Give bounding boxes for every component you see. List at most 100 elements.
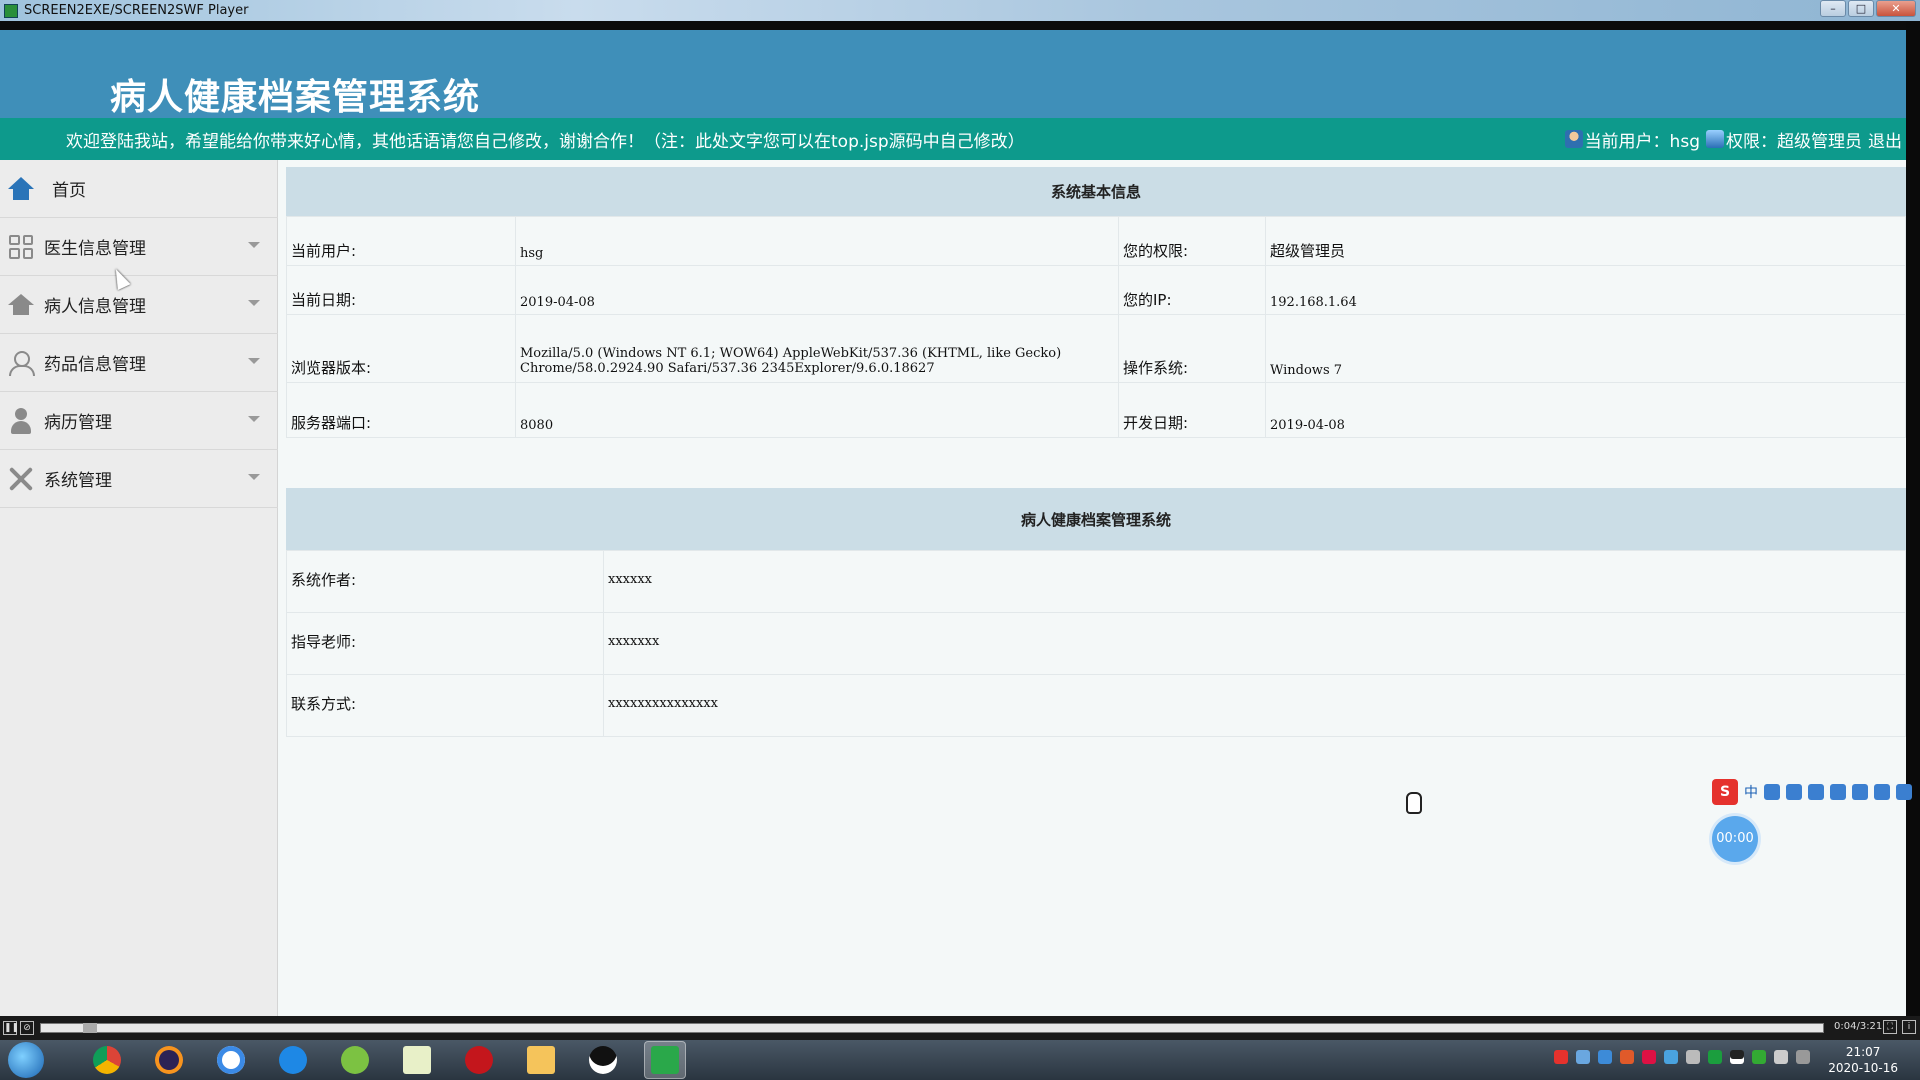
qq-icon[interactable] (582, 1041, 624, 1079)
app-header: 病人健康档案管理系统 (0, 30, 1906, 118)
table-row: 系统作者: xxxxxx (286, 550, 1906, 613)
cell-key: 操作系统: (1118, 314, 1266, 383)
seek-thumb[interactable] (83, 1023, 97, 1033)
chevron-down-icon[interactable] (248, 242, 260, 248)
right-border (1906, 21, 1920, 1016)
skin-icon[interactable] (1874, 784, 1890, 800)
microphone-icon[interactable] (1808, 784, 1824, 800)
user-icon[interactable] (1852, 784, 1868, 800)
tray-app-icon[interactable] (1642, 1050, 1656, 1064)
cell-value: 2019-04-08 (515, 265, 1119, 315)
document-icon[interactable] (396, 1041, 438, 1079)
sidebar-item-patient[interactable]: 病人信息管理 (0, 276, 278, 334)
tray-app-icon[interactable] (1576, 1050, 1590, 1064)
file-explorer-icon[interactable] (520, 1041, 562, 1079)
sidebar-item-doctor[interactable]: 医生信息管理 (0, 218, 278, 276)
top-border (0, 21, 1920, 30)
baidu-netdisk-icon[interactable] (210, 1041, 252, 1079)
close-button[interactable]: ✕ (1876, 0, 1916, 17)
ime-mode[interactable]: 中 (1744, 782, 1758, 802)
player-time: 0:04/3:21 (1834, 1021, 1883, 1032)
window-title: SCREEN2EXE/SCREEN2SWF Player (24, 3, 249, 18)
sidebar-item-label: 医生信息管理 (44, 239, 146, 259)
cell-key: 您的权限: (1118, 216, 1266, 266)
clock-time: 21:07 (1845, 1045, 1881, 1059)
cell-key: 当前日期: (286, 265, 516, 315)
cell-value: xxxxxx (603, 550, 1906, 613)
people-icon (8, 350, 35, 376)
tray-app-icon[interactable] (1598, 1050, 1612, 1064)
cell-value: 192.168.1.64 (1265, 265, 1906, 315)
hand-cursor-icon (1406, 792, 1422, 814)
cell-value: Mozilla/5.0 (Windows NT 6.1; WOW64) Appl… (515, 314, 1119, 383)
sidebar-item-system[interactable]: 系统管理 (0, 450, 278, 508)
punctuation-icon[interactable] (1764, 784, 1780, 800)
window-controls: – □ ✕ (1820, 0, 1916, 17)
sogou-tray-icon[interactable] (1554, 1050, 1568, 1064)
sidebar: 首页 医生信息管理 病人信息管理 药品信息管理 病历管理 系统管理 (0, 160, 278, 1016)
grid-icon (8, 234, 34, 260)
chrome-icon[interactable] (86, 1041, 128, 1079)
cell-key: 开发日期: (1118, 382, 1266, 438)
table-row: 服务器端口: 8080 开发日期: 2019-04-08 (286, 382, 1906, 438)
sidebar-item-label: 首页 (52, 181, 86, 201)
table-row: 当前日期: 2019-04-08 您的IP: 192.168.1.64 (286, 265, 1906, 315)
taskbar-clock[interactable]: 21:07 2020-10-16 (1828, 1044, 1898, 1076)
cell-value: xxxxxxx (603, 612, 1906, 675)
menu-grid-icon[interactable] (1896, 784, 1912, 800)
user-info: 当前用户：hsg 权限：超级管理员 退出 (1564, 127, 1902, 152)
chevron-down-icon[interactable] (248, 474, 260, 480)
sidebar-item-records[interactable]: 病历管理 (0, 392, 278, 450)
table-row: 当前用户: hsg 您的权限: 超级管理员 (286, 216, 1906, 266)
seek-bar[interactable] (40, 1023, 1824, 1033)
tray-app-icon[interactable] (1620, 1050, 1634, 1064)
network-icon[interactable] (1708, 1050, 1722, 1064)
welcome-text: 欢迎登陆我站，希望能给你带来好心情，其他话语请您自己修改，谢谢合作！（注：此处文… (66, 131, 1025, 152)
welcome-bar: 欢迎登陆我站，希望能给你带来好心情，其他话语请您自己修改，谢谢合作！（注：此处文… (0, 118, 1906, 160)
clock-date: 2020-10-16 (1828, 1061, 1898, 1075)
stop-icon[interactable]: ⊘ (20, 1021, 34, 1035)
leaf-app-icon[interactable] (334, 1041, 376, 1079)
sidebar-item-label: 病人信息管理 (44, 297, 146, 317)
chevron-down-icon[interactable] (248, 416, 260, 422)
eclipse-icon[interactable] (148, 1041, 190, 1079)
permission-label: 权限：超级管理员 (1726, 131, 1862, 152)
minimize-button[interactable]: – (1820, 0, 1846, 17)
battery-icon[interactable] (1752, 1050, 1766, 1064)
keyboard-icon[interactable] (1830, 784, 1846, 800)
fullscreen-icon[interactable]: ⛶ (1883, 1020, 1897, 1034)
flag-icon[interactable] (1686, 1050, 1700, 1064)
volume-icon[interactable] (1774, 1050, 1788, 1064)
start-button[interactable] (8, 1042, 44, 1078)
sidebar-item-home[interactable]: 首页 (0, 160, 278, 218)
ime-toolbar[interactable]: S 中 (1712, 778, 1912, 806)
cell-key: 浏览器版本: (286, 314, 516, 383)
browser-icon[interactable] (272, 1041, 314, 1079)
player-right-controls: ⛶ i (1880, 1020, 1916, 1034)
table-row: 指导老师: xxxxxxx (286, 612, 1906, 675)
recording-timer[interactable]: 00:00 (1712, 816, 1758, 862)
flash-icon[interactable] (458, 1041, 500, 1079)
action-center-icon[interactable] (1796, 1050, 1810, 1064)
chevron-down-icon[interactable] (248, 300, 260, 306)
maximize-button[interactable]: □ (1848, 0, 1874, 17)
sidebar-item-label: 病历管理 (44, 413, 112, 433)
shield-icon[interactable] (1664, 1050, 1678, 1064)
sogou-logo-icon[interactable]: S (1712, 779, 1738, 805)
taskbar-apps (86, 1041, 686, 1079)
about-table: 系统作者: xxxxxx 指导老师: xxxxxxx 联系方式: xxxxxxx… (286, 550, 1906, 737)
chevron-down-icon[interactable] (248, 358, 260, 364)
qq-tray-icon[interactable] (1730, 1050, 1744, 1064)
table-row: 浏览器版本: Mozilla/5.0 (Windows NT 6.1; WOW6… (286, 314, 1906, 383)
sidebar-item-medicine[interactable]: 药品信息管理 (0, 334, 278, 392)
cell-value: hsg (515, 216, 1119, 266)
cell-key: 当前用户: (286, 216, 516, 266)
pause-icon[interactable]: ❚❚ (3, 1021, 19, 1035)
info-icon[interactable]: i (1902, 1020, 1916, 1034)
player-app-icon[interactable] (644, 1041, 686, 1079)
emoji-icon[interactable] (1786, 784, 1802, 800)
cell-key: 系统作者: (286, 550, 604, 613)
logout-link[interactable]: 退出 (1868, 127, 1902, 152)
table-row: 联系方式: xxxxxxxxxxxxxxx (286, 674, 1906, 737)
